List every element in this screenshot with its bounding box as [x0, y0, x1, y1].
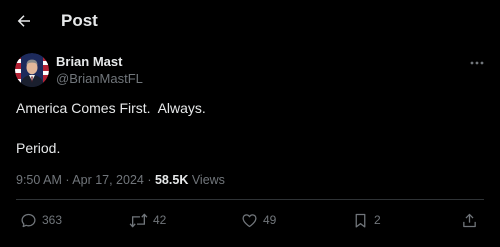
page-title: Post	[61, 11, 98, 30]
views-count: 58.5K	[154, 173, 189, 187]
author-name[interactable]: Brian Mast	[56, 54, 122, 70]
repost-count: 42	[153, 213, 167, 227]
reply-icon	[20, 212, 37, 229]
timestamp[interactable]: 9:50 AM · Apr 17, 2024 ·	[16, 173, 155, 187]
tweet-text-line: America Comes First. Always.	[16, 100, 206, 116]
avatar[interactable]	[15, 53, 49, 87]
bookmark-icon	[352, 212, 369, 229]
reply-count: 363	[42, 213, 63, 227]
share-icon	[461, 212, 478, 229]
like-count: 49	[263, 213, 277, 227]
tweet-text-line: Period.	[16, 140, 61, 156]
back-button[interactable]	[13, 10, 35, 32]
reply-button[interactable]: 363	[20, 210, 62, 230]
author-handle[interactable]: @BrianMastFL	[56, 71, 143, 87]
repost-icon	[129, 212, 148, 229]
share-button[interactable]	[461, 210, 478, 230]
like-button[interactable]: 49	[241, 210, 276, 230]
more-options-button[interactable]	[466, 55, 488, 71]
views-label: Views	[188, 173, 225, 187]
tweet-meta: 9:50 AM · Apr 17, 2024 · 58.5K Views	[16, 172, 225, 188]
bookmark-count: 2	[374, 213, 381, 227]
arrow-left-icon	[15, 12, 33, 30]
more-horizontal-icon	[470, 61, 484, 65]
top-bar: Post	[0, 0, 500, 42]
bookmark-button[interactable]: 2	[352, 210, 381, 230]
heart-icon	[241, 212, 258, 229]
repost-button[interactable]: 42	[129, 210, 166, 230]
divider	[16, 199, 484, 200]
